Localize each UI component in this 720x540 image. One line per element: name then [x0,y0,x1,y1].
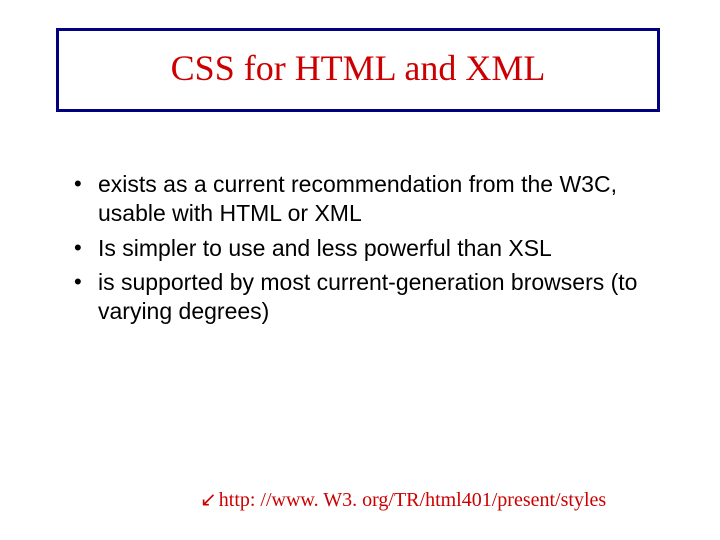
body-content: exists as a current recommendation from … [70,170,660,332]
slide: CSS for HTML and XML exists as a current… [0,0,720,540]
slide-title: CSS for HTML and XML [171,48,546,88]
bullet-list: exists as a current recommendation from … [70,170,660,326]
arrow-down-left-icon: ↙ [200,487,217,512]
list-item: is supported by most current-generation … [70,268,660,326]
bullet-text: exists as a current recommendation from … [98,171,617,226]
list-item: exists as a current recommendation from … [70,170,660,228]
bullet-text: Is simpler to use and less powerful than… [98,235,552,261]
bullet-text: is supported by most current-generation … [98,269,637,324]
list-item: Is simpler to use and less powerful than… [70,234,660,263]
title-box: CSS for HTML and XML [56,28,660,112]
footer-url: http: //www. W3. org/TR/html401/present/… [219,489,606,511]
footer-link: ↙http: //www. W3. org/TR/html401/present… [200,487,606,512]
